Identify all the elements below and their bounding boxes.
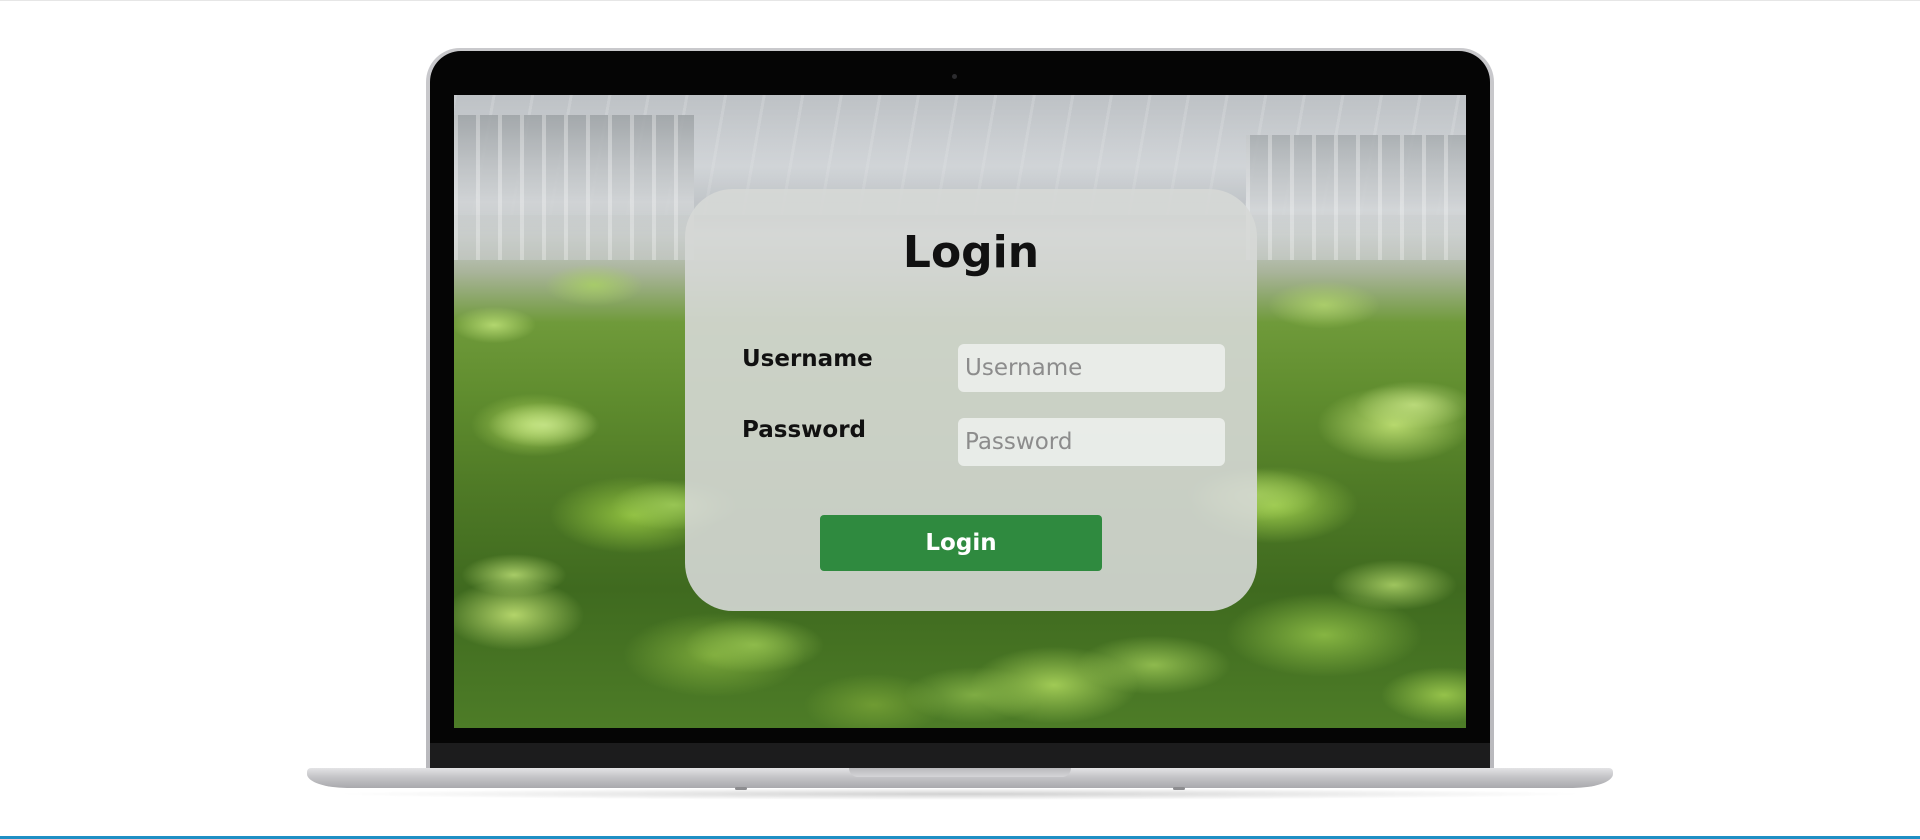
username-label: Username bbox=[742, 346, 873, 372]
login-title: Login bbox=[902, 227, 1040, 278]
password-label: Password bbox=[742, 417, 866, 443]
laptop-shadow bbox=[330, 788, 1590, 800]
login-button[interactable]: Login bbox=[820, 515, 1102, 571]
laptop-base bbox=[307, 768, 1613, 790]
laptop-foot-left bbox=[735, 787, 747, 790]
background-greenhouse-wall-right bbox=[1246, 135, 1466, 260]
laptop-screen: Login Username Password Login bbox=[454, 95, 1466, 728]
bezel-chin bbox=[430, 743, 1490, 768]
laptop-foot-right bbox=[1173, 787, 1185, 790]
background-greenhouse-wall-left bbox=[454, 115, 694, 260]
username-input[interactable] bbox=[958, 344, 1225, 392]
page: Login Username Password Login bbox=[0, 0, 1920, 839]
camera-icon bbox=[952, 74, 957, 79]
password-input[interactable] bbox=[958, 418, 1225, 466]
login-card: Login Username Password Login bbox=[685, 189, 1257, 611]
laptop-base-notch bbox=[849, 768, 1071, 777]
